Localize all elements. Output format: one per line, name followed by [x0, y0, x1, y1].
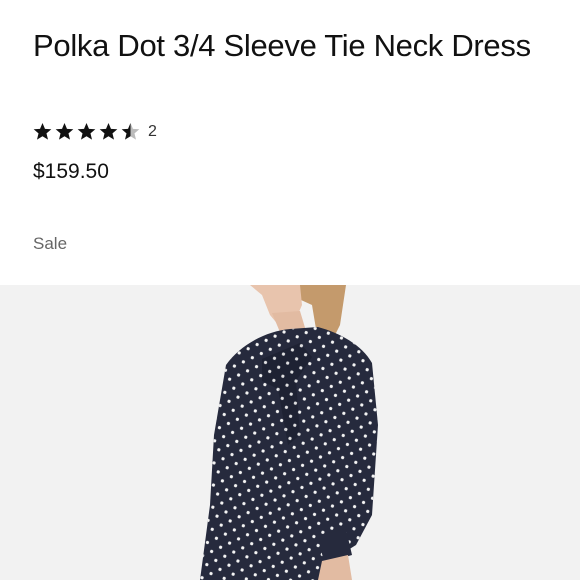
sale-label: Sale — [33, 234, 68, 253]
product-price: $159.50 — [33, 160, 109, 183]
star-icon — [121, 122, 140, 140]
star-icon — [33, 122, 52, 140]
review-count[interactable]: 2 — [148, 123, 157, 141]
product-title: Polka Dot 3/4 Sleeve Tie Neck Dress — [33, 28, 531, 63]
star-icon — [99, 122, 118, 140]
product-rating[interactable]: 2 — [33, 122, 157, 141]
model-photo — [0, 285, 580, 580]
product-image[interactable] — [0, 285, 580, 580]
rating-stars — [33, 122, 140, 141]
star-icon — [55, 122, 74, 140]
star-icon — [77, 122, 96, 140]
